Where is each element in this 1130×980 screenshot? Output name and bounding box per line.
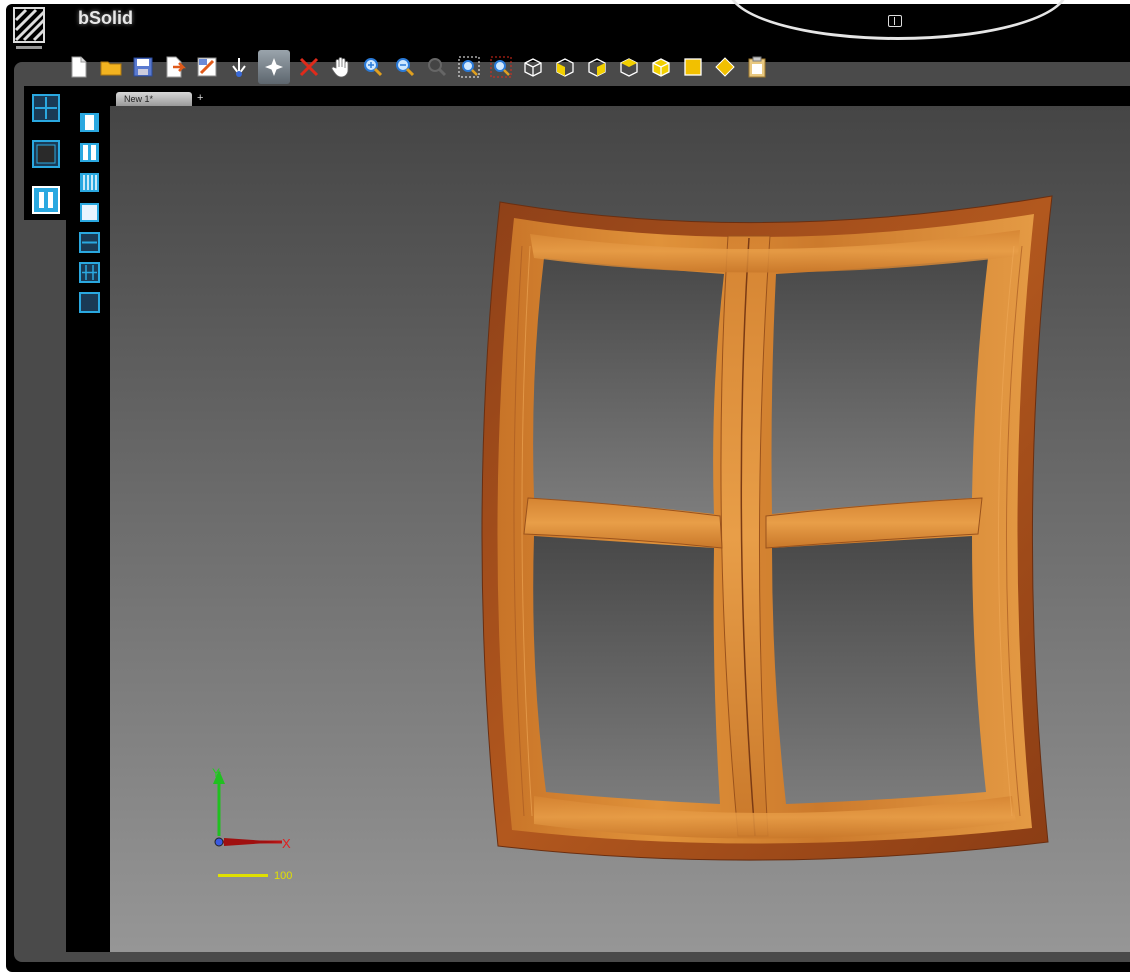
save-icon	[133, 57, 153, 77]
panel-single-icon[interactable]	[79, 112, 100, 133]
zoom-window-icon	[428, 58, 447, 77]
clipboard-button[interactable]	[744, 54, 770, 80]
new-file-icon	[71, 56, 87, 78]
export-button[interactable]	[162, 54, 188, 80]
cube-iso-icon	[524, 58, 542, 77]
tool-strip	[72, 104, 106, 950]
select-button[interactable]	[258, 50, 290, 84]
new-file-button[interactable]	[66, 54, 92, 80]
cube-front-icon	[556, 58, 574, 77]
view-front-button[interactable]	[552, 54, 578, 80]
pan-button[interactable]	[328, 54, 354, 80]
zoom-in-button[interactable]	[360, 54, 386, 80]
view-left-button[interactable]	[584, 54, 610, 80]
zoom-selection-button[interactable]	[488, 54, 514, 80]
view-iso-button[interactable]	[520, 54, 546, 80]
panel-triple-icon[interactable]	[79, 172, 100, 193]
new-tab-button[interactable]: +	[197, 92, 203, 104]
panel-horizontal-icon[interactable]	[79, 232, 100, 253]
select-star-icon	[265, 58, 283, 76]
zoom-extents-icon	[458, 56, 480, 78]
document-tabbar	[110, 88, 1130, 106]
scale-bar	[218, 874, 268, 877]
open-button[interactable]	[98, 54, 124, 80]
axis-gizmo	[213, 770, 282, 847]
properties-icon	[197, 57, 217, 77]
export-icon	[166, 56, 186, 78]
quad-view-icon[interactable]	[32, 94, 60, 122]
cube-solid-icon	[684, 58, 702, 76]
zoom-selection-icon	[490, 56, 512, 78]
delete-button[interactable]	[296, 54, 322, 80]
cube-right-icon	[620, 58, 638, 77]
ribbon-toggle-button[interactable]	[888, 15, 902, 27]
view-layout-panel	[24, 86, 68, 220]
zoom-out-button[interactable]	[392, 54, 418, 80]
view-top-button[interactable]	[648, 54, 674, 80]
3d-viewport[interactable]: Y X	[110, 106, 1130, 952]
main-toolbar	[66, 48, 770, 86]
delete-x-icon	[299, 57, 319, 77]
snap-icon	[232, 58, 246, 77]
app-logo-icon	[13, 7, 46, 49]
hand-icon	[331, 57, 349, 78]
cube-left-icon	[588, 58, 606, 77]
panel-double-icon[interactable]	[79, 142, 100, 163]
panel-blank-icon[interactable]	[79, 202, 100, 223]
view-bottom-button[interactable]	[680, 54, 706, 80]
view-right-button[interactable]	[616, 54, 642, 80]
y-axis-label: Y	[212, 766, 221, 780]
document-tab[interactable]: New 1*	[116, 92, 192, 106]
zoom-out-icon	[396, 58, 415, 77]
zoom-window-button[interactable]	[424, 54, 450, 80]
split-view-icon[interactable]	[32, 186, 60, 214]
folder-icon	[100, 61, 122, 76]
zoom-extents-button[interactable]	[456, 54, 482, 80]
panel-frame-icon[interactable]	[79, 292, 100, 313]
app-title: bSolid	[78, 8, 133, 28]
clipboard-icon	[748, 56, 766, 78]
material-button[interactable]	[712, 54, 738, 80]
x-axis-label: X	[282, 836, 291, 851]
properties-button[interactable]	[194, 54, 220, 80]
save-button[interactable]	[130, 54, 156, 80]
zoom-in-icon	[364, 58, 383, 77]
material-diamond-icon	[715, 57, 735, 77]
scale-value-label: 100	[274, 870, 293, 882]
snap-button[interactable]	[226, 54, 252, 80]
single-view-icon[interactable]	[32, 140, 60, 168]
cube-top-icon	[652, 58, 670, 77]
panel-grid-icon[interactable]	[79, 262, 100, 283]
